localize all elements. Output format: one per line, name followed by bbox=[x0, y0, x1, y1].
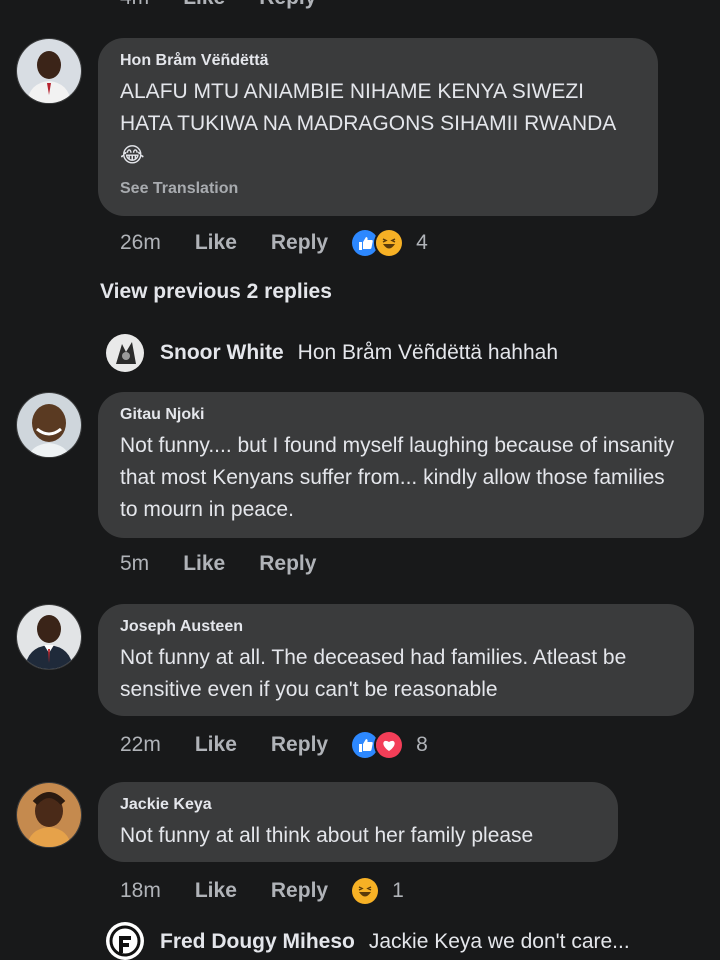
like-button[interactable]: Like bbox=[195, 733, 237, 757]
reply-button[interactable]: Reply bbox=[259, 552, 316, 576]
comment-author[interactable]: Hon Bråm Vëñdëttä bbox=[120, 52, 636, 70]
comment-bubble: Hon Bråm Vëñdëttä ALAFU MTU ANIAMBIE NIH… bbox=[98, 38, 658, 216]
comment-text: Not funny at all think about her family … bbox=[120, 824, 534, 847]
reply-button[interactable]: Reply bbox=[271, 231, 328, 255]
comment-meta-partial: 4m Like Reply bbox=[120, 0, 350, 10]
comment-author[interactable]: Gitau Njoki bbox=[120, 406, 682, 424]
comment-text: Not funny.... but I found myself laughin… bbox=[120, 434, 675, 521]
comment-time: 4m bbox=[120, 0, 149, 10]
avatar[interactable] bbox=[106, 922, 144, 960]
view-previous-replies-link[interactable]: View previous 2 replies bbox=[100, 280, 332, 304]
like-button[interactable]: Like bbox=[195, 231, 237, 255]
reaction-count: 4 bbox=[416, 231, 428, 254]
reactions[interactable]: 8 bbox=[350, 730, 428, 760]
comment-meta: 26m Like Reply 4 bbox=[120, 228, 428, 258]
haha-reaction-icon bbox=[350, 876, 381, 906]
comment-text: ALAFU MTU ANIAMBIE NIHAME KENYA SIWEZI H… bbox=[120, 80, 617, 167]
like-button[interactable]: Like bbox=[183, 0, 225, 10]
love-reaction-icon bbox=[374, 730, 405, 760]
avatar[interactable] bbox=[16, 604, 82, 670]
haha-reaction-icon bbox=[374, 228, 405, 258]
comment-bubble: Joseph Austeen Not funny at all. The dec… bbox=[98, 604, 694, 716]
comment-text: Not funny at all. The deceased had famil… bbox=[120, 646, 627, 701]
reactions[interactable]: 1 bbox=[350, 876, 404, 906]
see-translation-link[interactable]: See Translation bbox=[120, 180, 636, 198]
reply-button[interactable]: Reply bbox=[259, 0, 316, 10]
reaction-count: 8 bbox=[416, 733, 428, 756]
avatar[interactable] bbox=[16, 38, 82, 104]
comment-author[interactable]: Jackie Keya bbox=[120, 796, 596, 814]
comment-bubble: Gitau Njoki Not funny.... but I found my… bbox=[98, 392, 704, 538]
avatar[interactable] bbox=[16, 392, 82, 458]
avatar[interactable] bbox=[16, 782, 82, 848]
comment-time: 22m bbox=[120, 733, 161, 756]
comment-meta: 5m Like Reply bbox=[120, 552, 350, 576]
comment-meta: 22m Like Reply 8 bbox=[120, 730, 428, 760]
reply-text: Jackie Keya we don't care... bbox=[368, 930, 630, 953]
comment-time: 26m bbox=[120, 231, 161, 254]
reply-preview[interactable]: Fred Dougy Miheso Jackie Keya we don't c… bbox=[160, 930, 630, 954]
reactions[interactable]: 4 bbox=[350, 228, 428, 258]
reply-author[interactable]: Fred Dougy Miheso bbox=[160, 930, 355, 954]
reply-text: Hon Bråm Vëñdëttä hahhah bbox=[297, 341, 559, 364]
comment-time: 5m bbox=[120, 552, 150, 575]
comment-author[interactable]: Joseph Austeen bbox=[120, 618, 672, 636]
reply-preview[interactable]: Snoor White Hon Bråm Vëñdëttä hahhah bbox=[160, 341, 558, 365]
reply-button[interactable]: Reply bbox=[271, 879, 328, 903]
like-button[interactable]: Like bbox=[183, 552, 225, 576]
comment-time: 18m bbox=[120, 879, 161, 902]
reply-button[interactable]: Reply bbox=[271, 733, 328, 757]
reply-author[interactable]: Snoor White bbox=[160, 341, 284, 365]
comment-meta: 18m Like Reply 1 bbox=[120, 876, 404, 906]
avatar[interactable] bbox=[106, 334, 144, 372]
comment-bubble: Jackie Keya Not funny at all think about… bbox=[98, 782, 618, 862]
like-button[interactable]: Like bbox=[195, 879, 237, 903]
reaction-count: 1 bbox=[392, 879, 404, 902]
